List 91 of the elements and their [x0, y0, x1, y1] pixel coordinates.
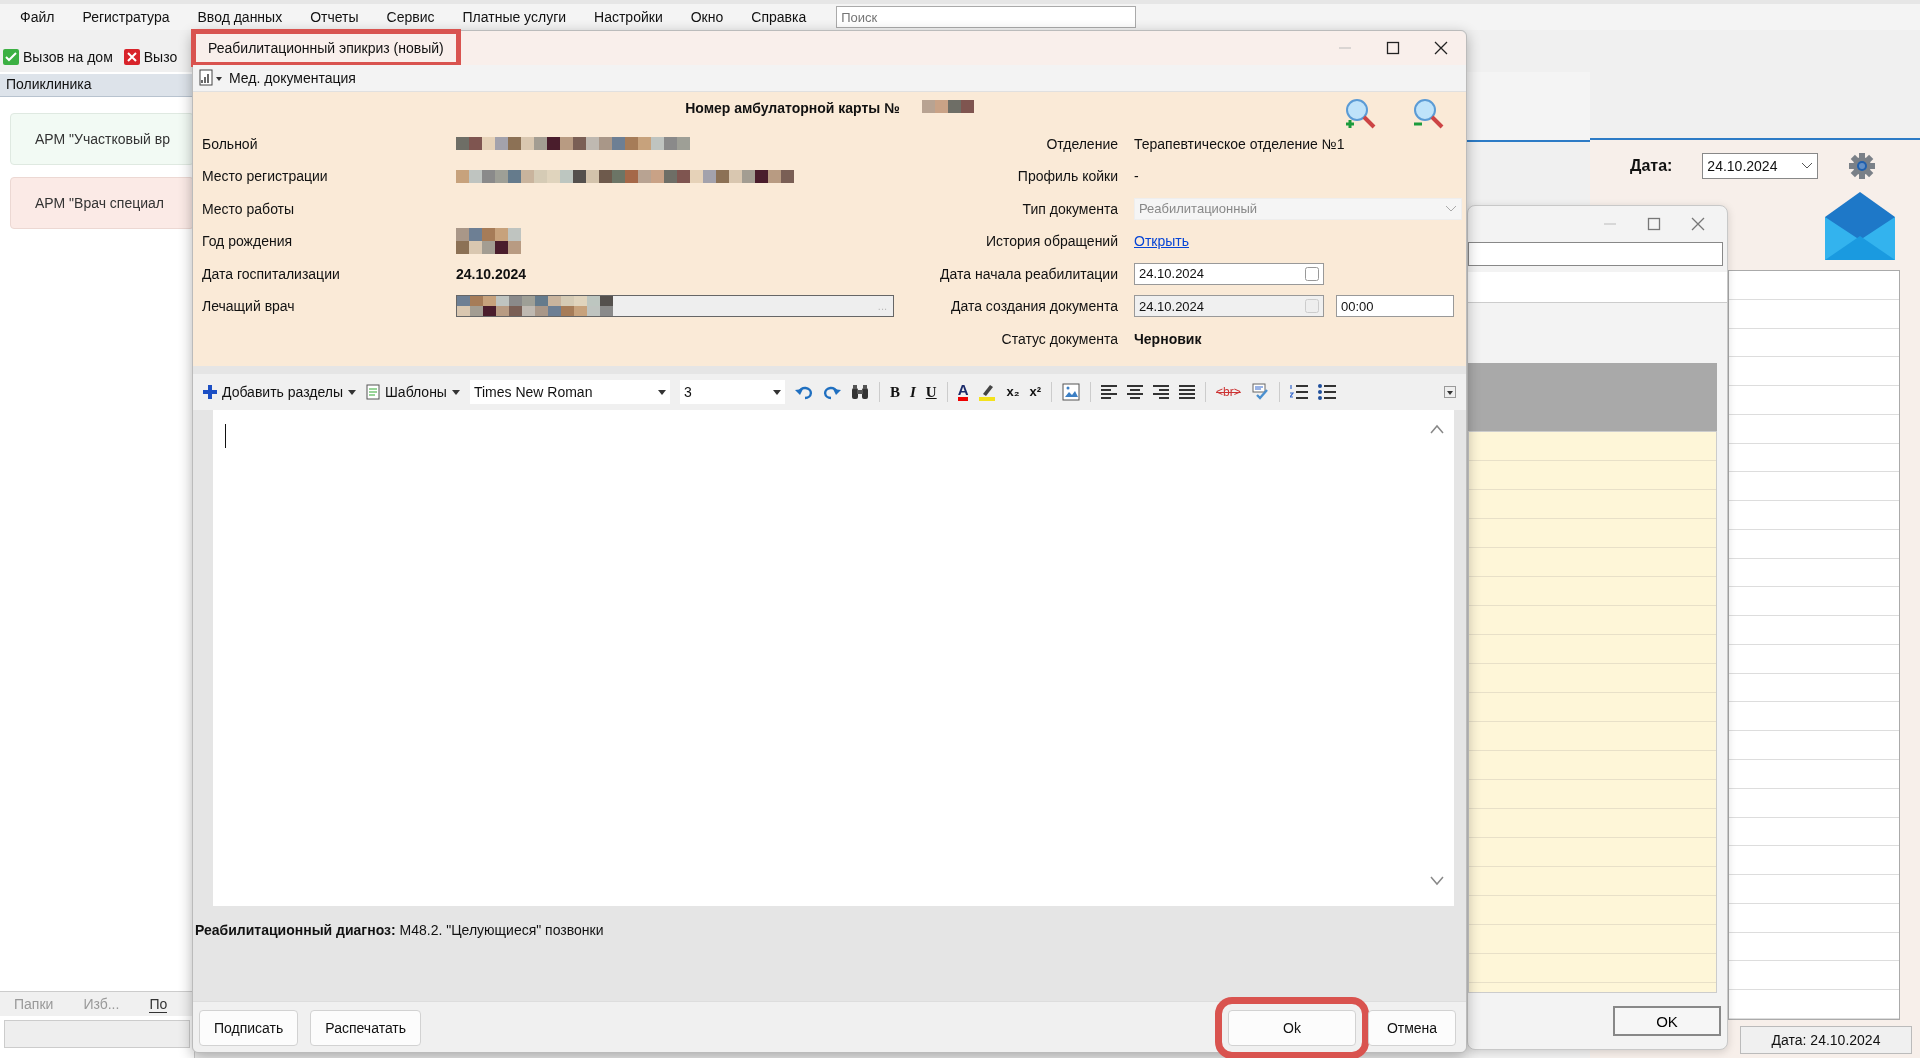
plus-icon	[203, 385, 217, 399]
spellcheck-icon[interactable]	[1250, 383, 1269, 401]
bottom-tab[interactable]: По	[149, 995, 168, 1013]
document-icon	[366, 384, 380, 400]
panel-header: Поликлиника	[0, 74, 194, 97]
field-label: Отделение	[1045, 135, 1119, 152]
search-field[interactable]: Поиск	[836, 6, 1137, 28]
menu-item[interactable]: Платные услуги	[448, 9, 581, 25]
toolbar-button[interactable]: Вызов на дом	[23, 49, 113, 65]
field-label: Год рождения	[202, 233, 294, 249]
caret-icon	[772, 389, 781, 395]
field-value: Черновик	[1134, 330, 1202, 347]
field-value: -	[1134, 168, 1139, 184]
bold-button[interactable]: B	[889, 383, 900, 401]
close-icon[interactable]	[1434, 41, 1448, 55]
field-label: Тип документа	[1021, 200, 1119, 217]
toolbar-overflow-icon[interactable]	[1444, 386, 1456, 398]
date-label: Дата:	[1630, 157, 1673, 175]
workplace-card[interactable]: АРМ "Участковый вр	[10, 113, 194, 165]
scroll-up-icon[interactable]	[1430, 424, 1444, 434]
field-label: Дата госпитализации	[202, 265, 341, 282]
field-label: Место работы	[202, 200, 296, 217]
dialog-button[interactable]: Подписать	[199, 1010, 299, 1046]
redacted-mosaic	[456, 228, 521, 254]
superscript-button[interactable]: x²	[1029, 383, 1042, 401]
calendar-button-icon[interactable]	[1305, 266, 1319, 281]
align-right-icon[interactable]	[1153, 385, 1170, 399]
align-center-icon[interactable]	[1127, 385, 1144, 399]
menu-item[interactable]: Настройки	[580, 9, 677, 25]
binoculars-icon[interactable]	[850, 384, 869, 400]
add-sections-button[interactable]: Добавить разделы	[203, 384, 356, 400]
maximize-icon[interactable]	[1386, 41, 1400, 55]
date-dropdown[interactable]: 24.10.2024	[1702, 153, 1819, 179]
open-link[interactable]: Открыть	[1134, 233, 1189, 249]
input-field[interactable]	[1468, 242, 1723, 266]
remove-breaks-button[interactable]: <br>	[1216, 383, 1241, 401]
menu-item[interactable]: Сервис	[372, 9, 449, 25]
font-dropdown[interactable]: Times New Roman	[469, 380, 670, 404]
redo-icon[interactable]	[822, 384, 841, 400]
bullet-list-icon[interactable]	[1317, 384, 1336, 400]
diagnosis-text: Реабилитационный диагноз: M48.2. "Целующиеся" позвонки	[194, 921, 605, 938]
toolbar-button[interactable]: Вызо	[143, 49, 178, 65]
undo-icon[interactable]	[794, 384, 813, 400]
chevron-down-icon	[1445, 204, 1457, 213]
settings-icon[interactable]	[1848, 152, 1877, 180]
scroll-down-icon[interactable]	[1430, 876, 1444, 886]
field-label: Статус документа	[1000, 330, 1119, 347]
dialog-button[interactable]: Отмена	[1368, 1010, 1456, 1046]
field-label: Больной	[202, 135, 259, 152]
align-left-icon[interactable]	[1101, 385, 1118, 399]
ok-button[interactable]: OK	[1613, 1006, 1721, 1036]
field-label: Профиль койки	[1016, 168, 1119, 184]
caret-icon	[451, 389, 460, 395]
envelope-icon[interactable]	[1825, 192, 1895, 260]
dialog-button[interactable]: Распечатать	[310, 1010, 422, 1046]
menu-item[interactable]: Справка	[737, 9, 821, 25]
menu-item[interactable]: Регистратура	[68, 9, 184, 25]
image-icon[interactable]	[1062, 383, 1081, 401]
menu-item[interactable]: Ввод данных	[183, 9, 297, 25]
workplace-card[interactable]: АРМ "Врач специал	[10, 177, 194, 229]
menu-item[interactable]: Окно	[676, 9, 738, 25]
templates-button[interactable]: Шаблоны	[366, 384, 460, 400]
chevron-down-icon	[1801, 162, 1814, 170]
card-number-label: Номер амбулаторной карты №	[685, 100, 900, 116]
field-value: Терапевтическое отделение №1	[1134, 135, 1345, 152]
text-color-button[interactable]: A	[957, 383, 969, 401]
caret-icon	[348, 389, 356, 395]
field-value: 24.10.2024	[456, 265, 527, 282]
zoom-out-icon[interactable]	[1412, 98, 1444, 130]
justify-icon[interactable]	[1179, 385, 1196, 399]
redacted-mosaic	[921, 100, 974, 113]
text-cursor	[225, 424, 226, 448]
field-label: Место регистрации	[202, 168, 329, 184]
field-label: Дата создания документа	[949, 298, 1119, 314]
numbered-list-icon[interactable]	[1289, 384, 1308, 400]
field-label: История обращений	[984, 233, 1119, 249]
font-size-dropdown[interactable]: 3	[679, 380, 785, 404]
status-bar: Дата: 24.10.2024	[1740, 1026, 1912, 1054]
field-label: Лечащий врач	[202, 298, 296, 314]
italic-button[interactable]: I	[909, 383, 916, 401]
document-menu-icon[interactable]	[199, 69, 223, 87]
subscript-button[interactable]: x₂	[1006, 383, 1020, 401]
menu-item[interactable]: Отчеты	[296, 9, 373, 25]
menu-item[interactable]: Мед. документация	[229, 70, 356, 86]
field-label: Дата начала реабилитации	[939, 265, 1119, 282]
menu-item[interactable]: Файл	[6, 9, 69, 25]
caret-icon	[657, 389, 666, 395]
date-field[interactable]: 24.10.2024	[1134, 262, 1324, 285]
underline-button[interactable]: U	[925, 383, 937, 401]
highlighter-icon[interactable]	[978, 383, 997, 401]
zoom-in-icon[interactable]	[1344, 98, 1376, 130]
